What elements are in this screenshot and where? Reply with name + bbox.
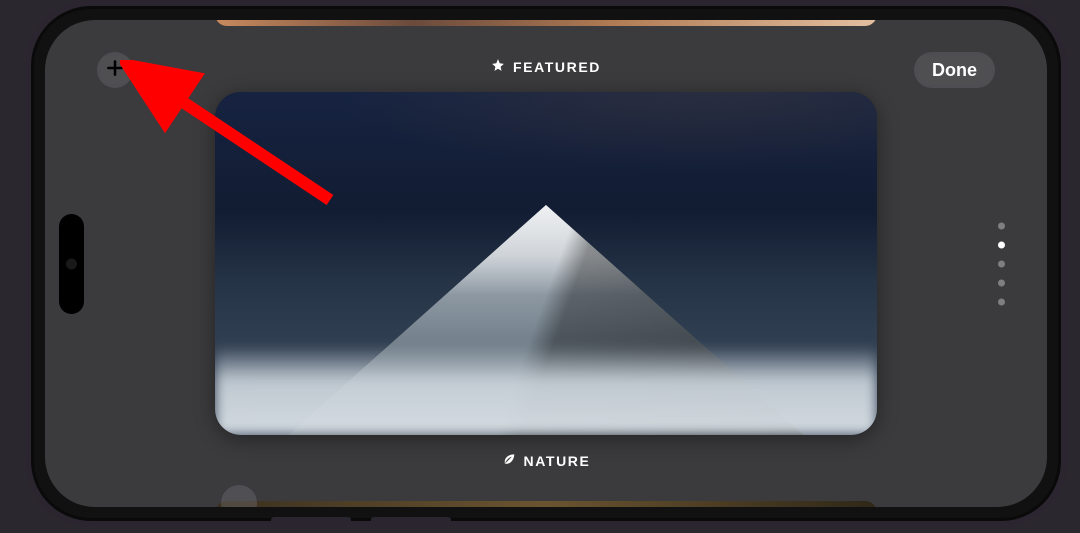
wallpaper-mountain [215,236,877,435]
section-label-featured: FEATURED [45,58,1047,75]
leaf-icon [502,452,516,469]
prev-card-peek[interactable] [215,20,877,26]
page-indicator[interactable] [998,222,1005,305]
volume-button [371,517,451,523]
plus-icon [105,58,125,83]
volume-button [271,517,351,523]
dynamic-island [59,214,84,314]
next-card-peek[interactable] [215,501,877,507]
done-label: Done [932,60,977,81]
page-dot-active[interactable] [998,241,1005,248]
page-dot[interactable] [998,279,1005,286]
done-button[interactable]: Done [914,52,995,88]
next-card-handle[interactable] [221,485,257,507]
iphone-frame: FEATURED Done [25,0,1067,527]
section-label-text: NATURE [524,453,591,469]
star-icon [491,58,505,75]
front-camera [66,258,77,269]
wallpaper-card[interactable] [215,92,877,435]
screen: FEATURED Done [45,20,1047,507]
section-label-nature: NATURE [45,452,1047,469]
page-dot[interactable] [998,260,1005,267]
page-dot[interactable] [998,298,1005,305]
add-button[interactable] [97,52,133,88]
section-label-text: FEATURED [513,59,601,75]
page-dot[interactable] [998,222,1005,229]
